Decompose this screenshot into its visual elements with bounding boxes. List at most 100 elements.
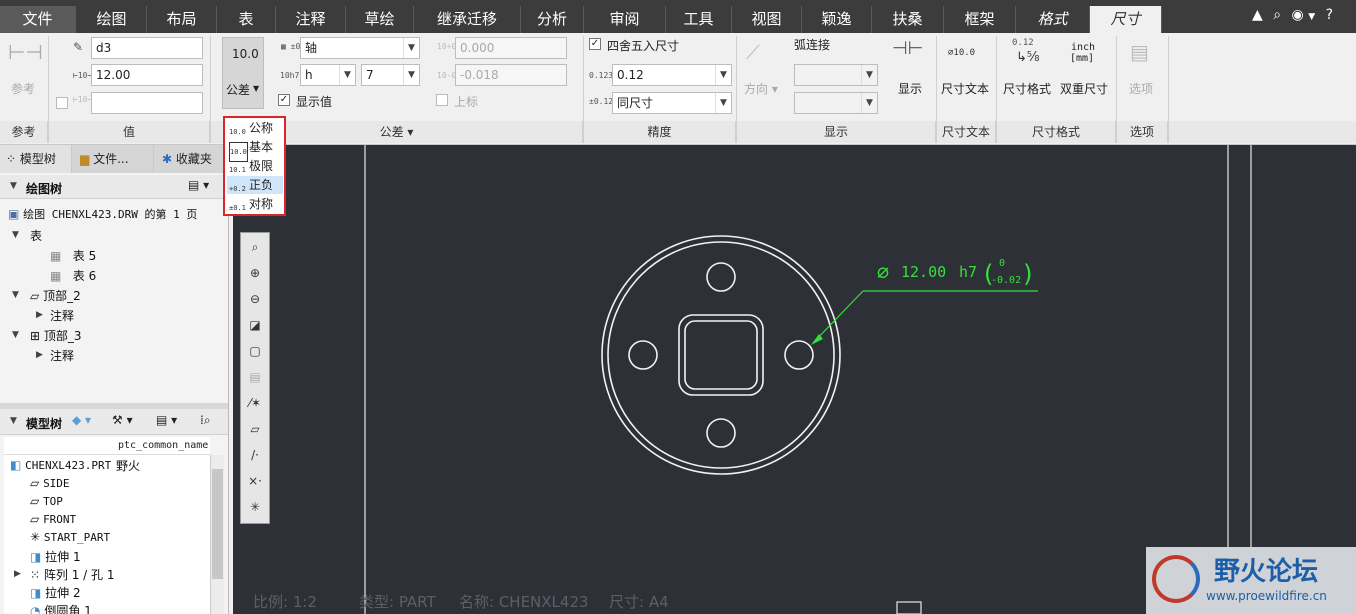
tree-item-table-6[interactable]: ▦ 表 6: [50, 267, 96, 284]
model-tree-scrollbar[interactable]: [210, 455, 224, 614]
tab-file[interactable]: 文件: [0, 6, 76, 33]
lower-tolerance-input[interactable]: -0.018: [455, 64, 567, 86]
tab-layout[interactable]: 布局: [147, 6, 217, 33]
arc-join-option-select[interactable]: ▼: [794, 92, 878, 114]
override-value-input[interactable]: [91, 92, 203, 114]
scrollbar-thumb[interactable]: [212, 469, 223, 579]
dimension-value-input[interactable]: 12.00: [91, 64, 203, 86]
arc-join-select[interactable]: ▼: [794, 64, 878, 86]
tree-item-view-top-2[interactable]: ▱ 顶部_2: [30, 287, 81, 304]
plane-display-icon[interactable]: ▱: [246, 420, 264, 438]
model-select-icon[interactable]: ◆ ▾: [72, 413, 91, 427]
zoom-out-icon[interactable]: ⊖: [246, 290, 264, 308]
drawing-sheet-item[interactable]: ▣ 绘图 CHENXL423.DRW 的第 1 页: [8, 206, 197, 222]
feature-extrude-2[interactable]: ◨ 拉伸 2: [30, 584, 81, 601]
override-checkbox[interactable]: [56, 97, 68, 109]
feature-round-1[interactable]: ◔ 倒圆角 1: [30, 602, 92, 614]
collapse-icon[interactable]: ▼: [10, 416, 17, 426]
tab-folder-browser[interactable]: ▆ 文件...: [72, 145, 154, 173]
datum-plane-top[interactable]: ▱ TOP: [30, 494, 63, 508]
dropdown-icon[interactable]: ▼: [1308, 12, 1315, 22]
upper-tolerance-input[interactable]: 0.000: [455, 37, 567, 59]
tab-frame[interactable]: 框架: [944, 6, 1016, 33]
tab-sketch[interactable]: 草绘: [346, 6, 414, 33]
dual-dimension-button[interactable]: 双重尺寸: [1060, 80, 1108, 97]
dimension-format-button[interactable]: 尺寸格式: [1003, 80, 1051, 97]
tree-item-tables[interactable]: 表: [30, 227, 42, 244]
fit-type-select[interactable]: 轴 ▼: [300, 37, 420, 59]
expand-icon[interactable]: ▶: [14, 569, 21, 579]
repaint-icon[interactable]: ◪: [246, 316, 264, 334]
coordinate-system-start-part[interactable]: ✳ START_PART: [30, 530, 110, 544]
part-view[interactable]: [601, 235, 841, 475]
axis-display-icon[interactable]: /·: [246, 446, 264, 464]
collapse-icon[interactable]: ▼: [10, 181, 17, 191]
tab-format[interactable]: 格式: [1016, 6, 1090, 33]
collapse-icon[interactable]: ▼: [12, 230, 19, 240]
tree-item-notes[interactable]: 注释: [50, 307, 74, 324]
dimension-text-button[interactable]: 尺寸文本: [941, 80, 989, 97]
tab-table[interactable]: 表: [217, 6, 276, 33]
fit-letter-select[interactable]: h ▼: [300, 64, 356, 86]
help-icon[interactable]: ?: [1326, 7, 1333, 23]
show-value-checkbox[interactable]: ✓: [278, 94, 290, 106]
menu-item-plus-minus[interactable]: +0.2 正负: [227, 176, 283, 194]
tolerance-button[interactable]: 10.0 公差 ▼: [222, 37, 264, 109]
model-part-item[interactable]: ◧ CHENXL423.PRT: [10, 458, 111, 472]
tab-drawing[interactable]: 绘图: [77, 6, 147, 33]
zoom-in-icon[interactable]: ⊕: [246, 264, 264, 282]
menu-item-basic[interactable]: 10.0 基本: [227, 138, 283, 162]
tab-model-tree[interactable]: ⁘ 模型树: [0, 145, 72, 173]
tree-item-view-top-3[interactable]: ⊞ 顶部_3: [30, 327, 82, 344]
tree-item-notes[interactable]: 注释: [50, 347, 74, 364]
fit-grade-select[interactable]: 7 ▼: [361, 64, 420, 86]
datum-plane-side[interactable]: ▱ SIDE: [30, 476, 70, 490]
window-controls[interactable]: ▲ ⌕ ◉ ▼ ?: [1252, 7, 1333, 23]
tab-review[interactable]: 审阅: [584, 6, 666, 33]
tab-annotate[interactable]: 注释: [276, 6, 346, 33]
community-icon[interactable]: ◉: [1292, 7, 1304, 23]
feature-extrude-1[interactable]: ◨ 拉伸 1: [30, 548, 81, 565]
dimension-name-input[interactable]: d3: [91, 37, 203, 59]
tree-settings-icon[interactable]: ▤ ▾: [156, 413, 177, 427]
tree-item-table-5[interactable]: ▦ 表 5: [50, 247, 96, 264]
expand-icon[interactable]: ▶: [36, 350, 43, 360]
tab-view[interactable]: 视图: [732, 6, 802, 33]
drawing-canvas[interactable]: ∅ 12.00 h7 ( 0 -0.02 ): [233, 145, 1356, 614]
csys-display-icon[interactable]: ✳: [246, 498, 264, 516]
search-icon[interactable]: ⌕: [1273, 7, 1281, 23]
tolerance-decimals-select[interactable]: 同尺寸 ▼: [612, 92, 732, 114]
tab-legacy-migration[interactable]: 继承迁移: [414, 6, 521, 33]
upper-label-checkbox[interactable]: [436, 94, 448, 106]
tab-tools[interactable]: 工具: [666, 6, 732, 33]
diameter-dimension[interactable]: ∅ 12.00 h7 ( 0 -0.02 ): [811, 258, 1038, 345]
tools-icon[interactable]: ⚒ ▾: [112, 413, 133, 427]
reference-button[interactable]: 参考: [11, 80, 35, 97]
collapse-icon[interactable]: ▼: [12, 330, 19, 340]
hide-ribbon-icon[interactable]: ▲: [1252, 7, 1263, 23]
tree-settings-icon[interactable]: ▤ ▾: [188, 178, 209, 192]
tab-dimension[interactable]: 尺寸: [1090, 6, 1162, 33]
datum-display-icon[interactable]: ⁄✶: [246, 394, 264, 412]
feature-pattern-1[interactable]: ⁙ 阵列 1 / 孔 1: [30, 566, 114, 583]
tab-fusang[interactable]: 扶桑: [872, 6, 944, 33]
menu-item-symmetric[interactable]: ±0.1 对称: [227, 195, 283, 213]
point-display-icon[interactable]: ×·: [246, 472, 264, 490]
round-dimension-checkbox[interactable]: ✓: [589, 38, 601, 50]
collapse-icon[interactable]: ▼: [12, 290, 19, 300]
decimal-places-select[interactable]: 0.12 ▼: [612, 64, 732, 86]
menu-item-nominal[interactable]: 10.0 公称: [227, 119, 283, 137]
refit-icon[interactable]: ⌕: [246, 238, 264, 256]
display-button[interactable]: 显示: [898, 80, 922, 97]
display-style-icon[interactable]: ▢: [246, 342, 264, 360]
menu-item-limits[interactable]: 10.1 极限: [227, 157, 283, 175]
tab-yingyi[interactable]: 颖逸: [802, 6, 872, 33]
expand-icon[interactable]: ▶: [36, 310, 43, 320]
column-ptc-common-name[interactable]: ptc_common_name: [118, 440, 208, 451]
direction-button[interactable]: 方向 ▾: [744, 80, 778, 97]
tab-favorites[interactable]: ✱ 收藏夹: [154, 145, 229, 173]
saved-views-icon[interactable]: ▤: [246, 368, 264, 386]
datum-plane-front[interactable]: ▱ FRONT: [30, 512, 76, 526]
filter-icon[interactable]: ⁞⌕: [200, 413, 211, 428]
options-button[interactable]: 选项: [1129, 80, 1153, 97]
